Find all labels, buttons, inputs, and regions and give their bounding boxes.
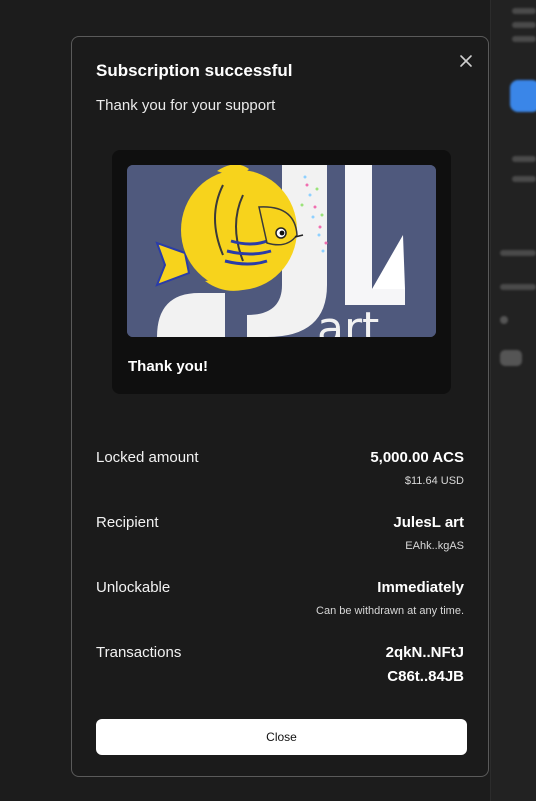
transaction-link-1[interactable]: 2qkN..NFtJ: [386, 644, 464, 661]
background-button: [510, 80, 536, 112]
background-text: [512, 36, 536, 42]
modal-title: Subscription successful: [96, 61, 293, 80]
background-icon: [500, 350, 522, 366]
unlockable-label: Unlockable: [96, 579, 171, 596]
background-dot: [500, 316, 508, 324]
close-button[interactable]: Close: [96, 719, 467, 755]
svg-text:art: art: [317, 303, 379, 337]
background-sidebar: [490, 0, 536, 801]
background-text: [500, 284, 536, 290]
transactions-label: Transactions: [96, 644, 182, 661]
background-text: [512, 22, 536, 28]
recipient-label: Recipient: [96, 514, 159, 531]
close-icon[interactable]: [458, 53, 474, 69]
recipient-value: JulesL art: [393, 514, 464, 531]
unlockable-value: Immediately: [377, 579, 464, 596]
subscription-modal: Subscription successful Thank you for yo…: [71, 36, 489, 777]
locked-amount-label: Locked amount: [96, 449, 199, 466]
modal-subtitle: Thank you for your support: [96, 97, 276, 114]
artist-image: art: [127, 165, 436, 337]
background-text: [500, 250, 536, 256]
locked-amount-value: 5,000.00 ACS: [370, 449, 464, 466]
background-text: [512, 156, 536, 162]
locked-amount-usd: $11.64 USD: [404, 475, 464, 487]
transaction-link-2[interactable]: C86t..84JB: [387, 668, 464, 685]
thank-you-card: art Thank you!: [112, 150, 451, 394]
recipient-address: EAhk..kgAS: [405, 540, 464, 552]
background-text: [512, 176, 536, 182]
card-caption: Thank you!: [128, 358, 209, 375]
unlockable-note: Can be withdrawn at any time.: [316, 605, 464, 617]
background-text: [512, 8, 536, 14]
